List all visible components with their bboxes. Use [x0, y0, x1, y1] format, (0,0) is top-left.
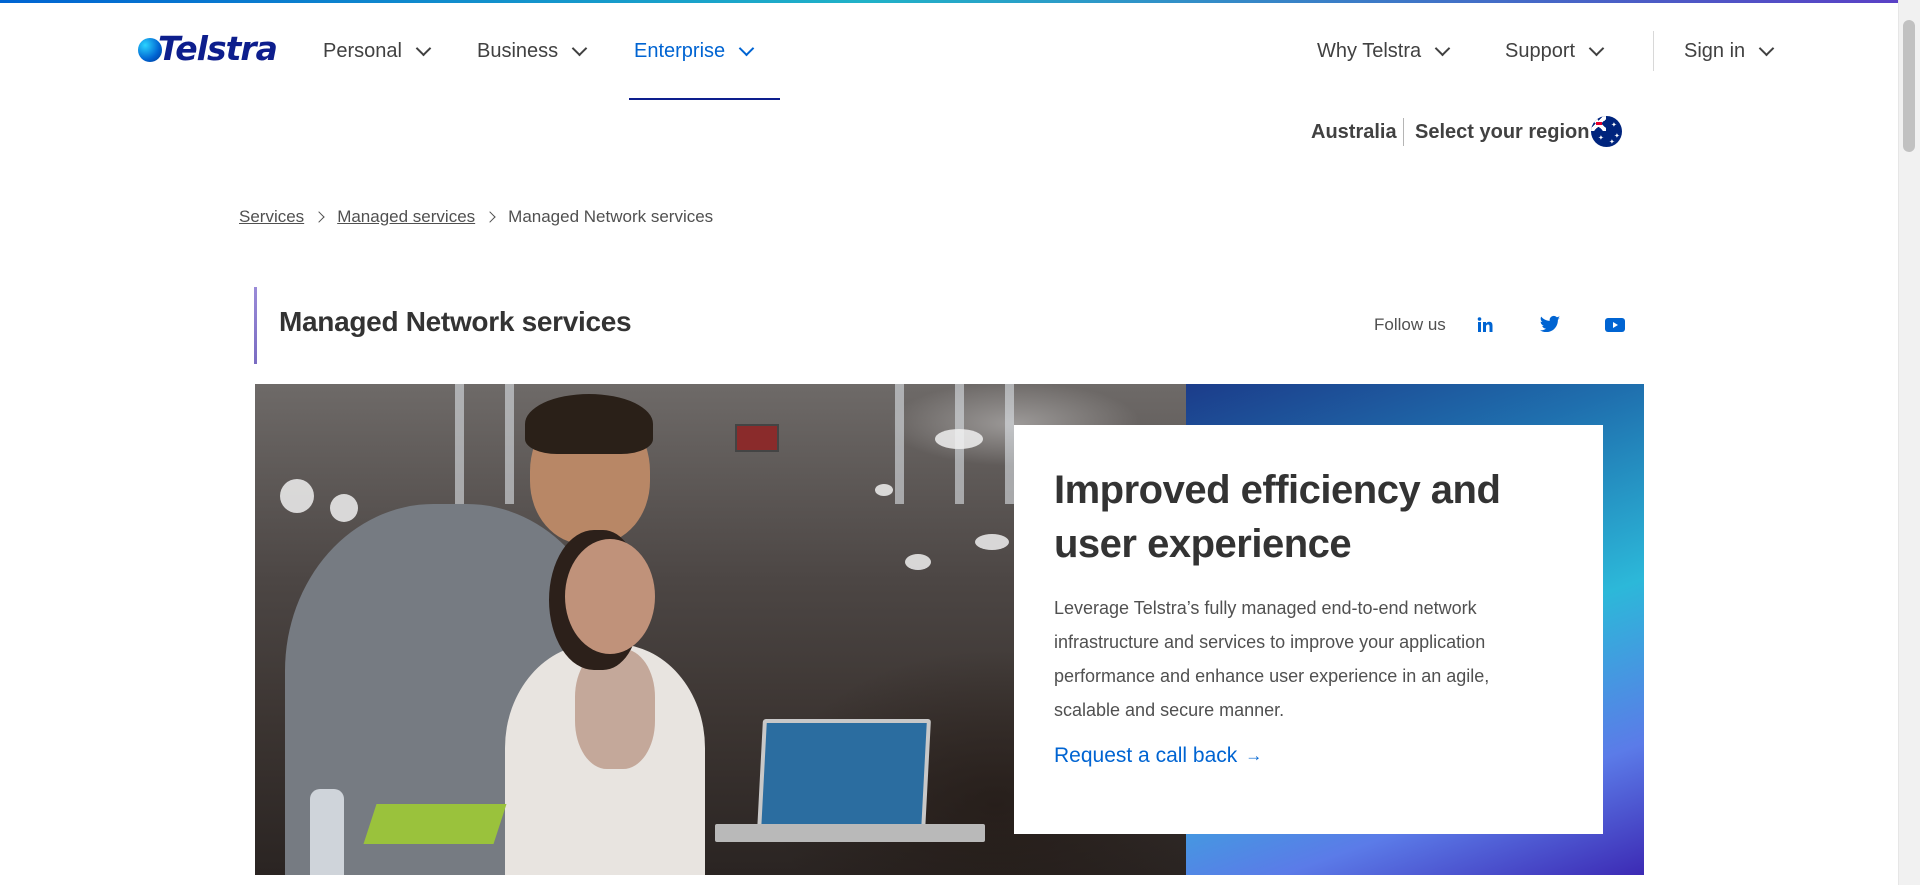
vertical-scrollbar[interactable] — [1898, 0, 1920, 885]
nav-divider — [1653, 31, 1654, 71]
breadcrumb-managed-services[interactable]: Managed services — [337, 207, 475, 227]
breadcrumb-chevron-icon — [313, 211, 325, 223]
scrollbar-thumb[interactable] — [1903, 20, 1915, 152]
arrow-right-icon: → — [1245, 746, 1263, 765]
nav-support-label: Support — [1505, 39, 1576, 62]
nav-enterprise[interactable]: Enterprise — [634, 36, 755, 66]
youtube-icon[interactable] — [1602, 312, 1628, 338]
nav-active-indicator — [629, 98, 780, 100]
page-title: Managed Network services — [279, 306, 632, 337]
hero-title: Improved efficiency and user experience — [1054, 468, 1501, 566]
breadcrumb: Services Managed services Managed Networ… — [239, 205, 713, 229]
top-accent-bar — [0, 0, 1920, 3]
nav-support[interactable]: Support — [1505, 36, 1605, 66]
request-call-back-link[interactable]: Request a call back → — [1054, 744, 1262, 768]
chevron-down-icon — [415, 40, 432, 56]
chevron-down-icon — [571, 40, 588, 56]
nav-why-telstra[interactable]: Why Telstra — [1317, 36, 1451, 66]
telstra-logo-icon — [138, 32, 170, 64]
breadcrumb-services[interactable]: Services — [239, 207, 304, 227]
region-country: Australia — [1311, 117, 1397, 147]
nav-why-telstra-label: Why Telstra — [1317, 39, 1422, 62]
linkedin-icon[interactable] — [1472, 312, 1498, 338]
region-select-label: Select your region — [1415, 120, 1590, 143]
nav-personal-label: Personal — [323, 39, 402, 62]
follow-us-label: Follow us — [1374, 315, 1446, 334]
twitter-icon[interactable] — [1537, 312, 1563, 338]
breadcrumb-current: Managed Network services — [508, 207, 714, 226]
nav-enterprise-label: Enterprise — [634, 39, 726, 62]
nav-business-label: Business — [477, 39, 559, 62]
nav-business[interactable]: Business — [477, 36, 588, 66]
region-country-label: Australia — [1311, 120, 1397, 143]
chevron-down-icon — [1588, 40, 1605, 56]
nav-personal[interactable]: Personal — [323, 36, 432, 66]
region-divider — [1403, 118, 1404, 146]
telstra-logo[interactable]: Telstra — [138, 26, 278, 70]
request-call-back-label: Request a call back — [1054, 744, 1238, 767]
title-accent-bar — [254, 287, 257, 364]
hero-description: Leverage Telstra’s fully managed end-to-… — [1054, 598, 1490, 720]
nav-sign-in[interactable]: Sign in — [1684, 36, 1775, 66]
hero-card: Improved efficiency and user experience … — [1014, 425, 1603, 834]
chevron-down-icon — [738, 40, 755, 56]
region-selector[interactable]: Select your region — [1415, 117, 1590, 147]
breadcrumb-chevron-icon — [484, 211, 496, 223]
nav-sign-in-label: Sign in — [1684, 39, 1746, 62]
logo-text: Telstra — [158, 28, 278, 68]
chevron-down-icon — [1758, 40, 1775, 56]
australia-flag-icon[interactable]: ✦ ✦ ✦ ✦ — [1591, 116, 1622, 147]
chevron-down-icon — [1434, 40, 1451, 56]
